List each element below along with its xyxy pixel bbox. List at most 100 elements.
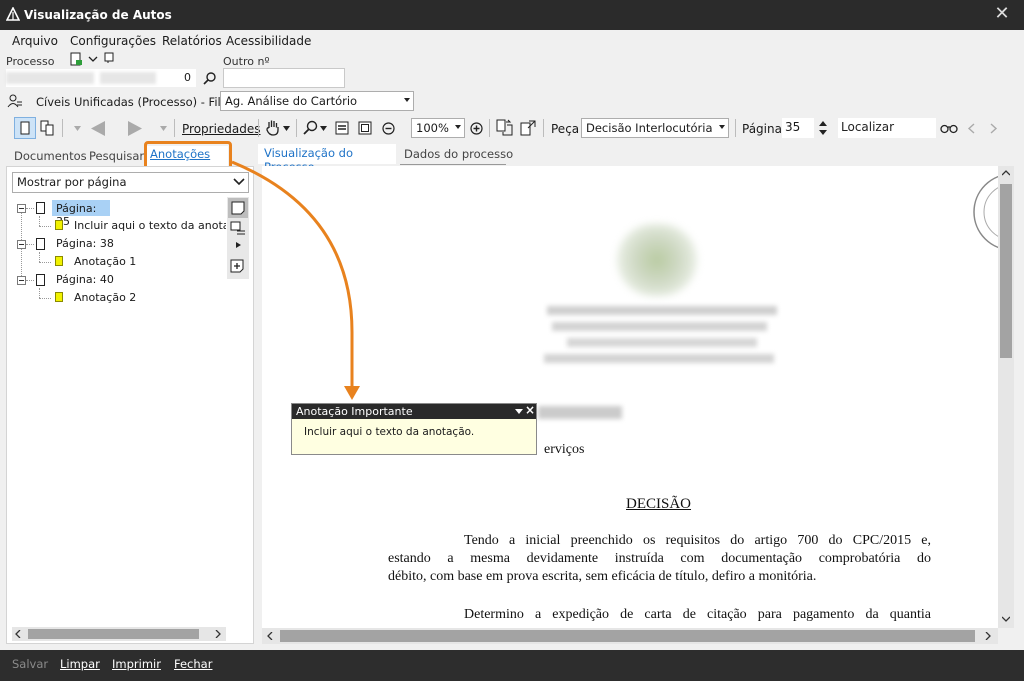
salvar-button[interactable]: Salvar xyxy=(12,657,48,671)
collapse-toggle[interactable] xyxy=(17,204,26,213)
add-annotation-icon[interactable] xyxy=(230,259,244,273)
document-heading: DECISÃO xyxy=(626,496,692,512)
chevron-down-icon[interactable] xyxy=(515,409,523,414)
close-window-button[interactable]: ✕ xyxy=(993,5,1011,23)
chevron-down-icon[interactable] xyxy=(88,55,98,63)
view-mode-value: Mostrar por página xyxy=(17,175,127,189)
scroll-right-icon[interactable] xyxy=(985,632,991,640)
chevron-down-icon[interactable] xyxy=(160,126,167,131)
page-icon xyxy=(20,121,30,135)
tree-page-40[interactable]: Página: 40 xyxy=(56,273,114,286)
scroll-up-icon[interactable] xyxy=(1002,170,1010,176)
export-page-icon[interactable] xyxy=(519,119,537,137)
find-previous-icon[interactable] xyxy=(967,123,975,134)
document-line: Tendo a inicial preenchido os requisitos… xyxy=(464,533,931,548)
tab-dados-processo[interactable]: Dados do processo xyxy=(404,147,513,161)
zoom-value: 100% xyxy=(416,121,449,135)
search-icon[interactable] xyxy=(203,71,217,85)
document-viewer[interactable]: erviços DECISÃO Tendo a inicial preenchi… xyxy=(262,166,998,628)
queue-text: Cíveis Unificadas (Processo) - Fila: xyxy=(36,95,232,109)
annotation-popup-title: Anotação Importante xyxy=(296,405,413,418)
zoom-out-icon[interactable] xyxy=(382,122,395,135)
document-horizontal-scrollbar[interactable] xyxy=(262,628,998,644)
tree-page-35[interactable]: Página: 35 xyxy=(52,200,110,228)
processo-input-suffix: 0 xyxy=(184,71,191,84)
page-spinner-icon[interactable] xyxy=(818,119,828,137)
annotation-popup[interactable]: Anotação Importante × Incluir aqui o tex… xyxy=(291,403,537,455)
fechar-button[interactable]: Fechar xyxy=(174,657,212,671)
hand-tool-icon[interactable] xyxy=(265,119,281,137)
scroll-left-icon[interactable] xyxy=(15,630,21,638)
scroll-right-icon[interactable] xyxy=(215,630,221,638)
menu-configuracoes[interactable]: Configurações xyxy=(70,34,156,48)
annotation-close-button[interactable]: × xyxy=(525,403,535,417)
zoom-in-icon[interactable] xyxy=(470,122,483,135)
tab-pesquisar[interactable]: Pesquisar xyxy=(89,149,144,163)
fit-page-icon[interactable] xyxy=(358,121,372,135)
window-title: Visualização de Autos xyxy=(24,8,172,22)
note-list-icon[interactable] xyxy=(230,221,246,235)
multi-page-icon[interactable] xyxy=(40,120,54,136)
find-next-icon[interactable] xyxy=(990,123,998,134)
coat-of-arms xyxy=(617,224,697,296)
chevron-down-icon[interactable] xyxy=(320,126,327,131)
outro-numero-input[interactable] xyxy=(223,68,345,88)
note-icon xyxy=(55,256,63,266)
peca-select[interactable]: Decisão Interlocutória xyxy=(581,118,729,138)
annotation-popup-text[interactable]: Incluir aqui o texto da anotação. xyxy=(304,426,474,438)
processo-input[interactable]: 0 xyxy=(6,69,196,87)
zoom-select[interactable]: 100% xyxy=(411,118,465,138)
scroll-thumb[interactable] xyxy=(1000,184,1012,358)
new-document-icon[interactable] xyxy=(70,52,83,66)
tree-note-item[interactable]: Anotação 1 xyxy=(74,255,136,268)
queue-select[interactable]: Ag. Análise do Cartório xyxy=(220,91,414,111)
fit-width-icon[interactable] xyxy=(335,121,349,135)
chevron-down-icon[interactable] xyxy=(283,126,290,131)
users-icon xyxy=(7,94,22,108)
scroll-left-icon[interactable] xyxy=(267,632,273,640)
menu-acessibilidade[interactable]: Acessibilidade xyxy=(226,34,311,48)
page-icon xyxy=(36,274,45,286)
document-line: Determino a expedição de carta de citaçã… xyxy=(464,607,931,622)
tree-note-item[interactable]: Anotação 2 xyxy=(74,291,136,304)
binoculars-icon[interactable] xyxy=(940,122,958,134)
copy-page-icon[interactable] xyxy=(496,119,514,137)
limpar-button[interactable]: Limpar xyxy=(60,657,100,671)
document-line: estando a mesma devidamente instruída co… xyxy=(388,551,931,566)
tree-note-item[interactable]: Incluir aqui o texto da anotaçã xyxy=(74,219,226,232)
document-vertical-scrollbar[interactable] xyxy=(998,166,1014,628)
imprimir-button[interactable]: Imprimir xyxy=(112,657,161,671)
page-icon xyxy=(36,238,45,250)
zoom-icon[interactable] xyxy=(303,120,319,136)
pagina-input[interactable]: 35 xyxy=(782,118,814,138)
chevron-down-icon[interactable] xyxy=(74,126,81,131)
localizar-input[interactable]: Localizar xyxy=(838,118,936,138)
title-bar: Visualização de Autos ✕ xyxy=(0,0,1024,30)
tab-documentos[interactable]: Documentos xyxy=(14,149,87,163)
next-page-icon[interactable] xyxy=(127,121,143,136)
annotation-tools xyxy=(227,197,249,279)
tab-visualizacao-processo[interactable]: Visualização do Processo xyxy=(258,144,396,174)
left-horizontal-scrollbar[interactable] xyxy=(12,627,226,641)
collapse-toggle[interactable] xyxy=(17,240,26,249)
document-text-fragment: erviços xyxy=(544,442,585,457)
expand-icon[interactable] xyxy=(236,242,241,248)
propriedades-button[interactable]: Propriedades xyxy=(182,122,261,142)
page-view-button[interactable] xyxy=(14,117,36,139)
scroll-down-icon[interactable] xyxy=(1002,616,1010,622)
menu-arquivo[interactable]: Arquivo xyxy=(12,34,58,48)
chevron-down-icon xyxy=(404,98,410,102)
view-mode-select[interactable]: Mostrar por página xyxy=(12,172,249,193)
processo-label: Processo xyxy=(6,55,55,68)
chevron-down-icon xyxy=(233,178,245,186)
bookmark-icon[interactable] xyxy=(104,52,115,64)
tree-page-38[interactable]: Página: 38 xyxy=(56,237,114,250)
menu-relatorios[interactable]: Relatórios xyxy=(162,34,222,48)
note-icon xyxy=(55,220,63,230)
add-note-button[interactable] xyxy=(228,198,248,218)
scroll-thumb[interactable] xyxy=(280,630,975,642)
collapse-toggle[interactable] xyxy=(17,276,26,285)
previous-page-icon[interactable] xyxy=(90,121,106,136)
scroll-thumb[interactable] xyxy=(28,629,199,639)
annotation-popup-header[interactable]: Anotação Importante × xyxy=(292,403,536,419)
